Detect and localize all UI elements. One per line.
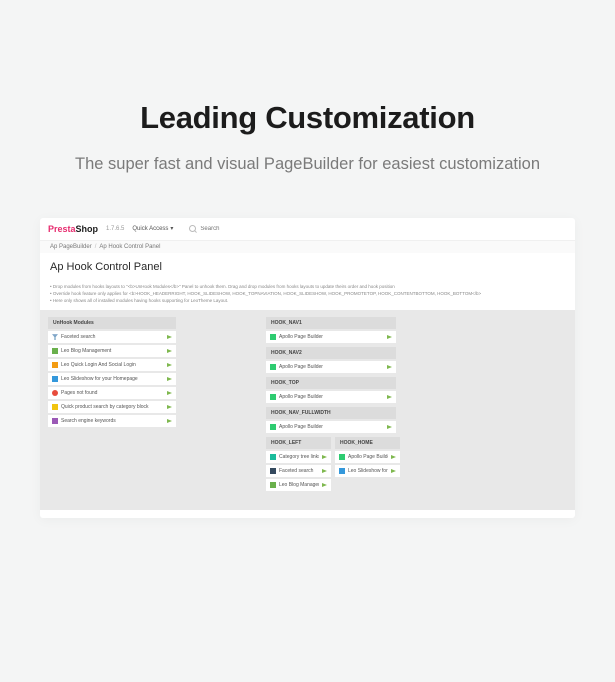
section-header-navfull: HOOK_NAV_FULLWIDTH [266,407,396,419]
breadcrumb: Ap PageBuilder/Ap Hook Control Panel [40,241,575,253]
hooks-board: UnHook Modules Faceted search Leo Blog M… [40,310,575,510]
edit-icon[interactable] [167,405,172,409]
chevron-down-icon: ▾ [170,225,173,232]
module-row[interactable]: Leo Blog Management [48,345,176,357]
search-input[interactable] [200,226,260,232]
seo-icon [52,418,58,424]
edit-icon[interactable] [387,395,392,399]
edit-icon[interactable] [167,363,172,367]
warning-icon [52,390,58,396]
screenshot-panel: PrestaShop 1.7.6.5 Quick Access ▾ Ap Pag… [40,218,575,518]
builder-icon [270,424,276,430]
funnel-icon [270,468,276,474]
module-row[interactable]: Apollo Page Builder [335,451,400,463]
admin-topbar: PrestaShop 1.7.6.5 Quick Access ▾ [40,218,575,241]
section-header-left: HOOK_LEFT [266,437,331,449]
module-row[interactable]: Faceted search [266,465,331,477]
version-badge: 1.7.6.5 [106,226,124,232]
breadcrumb-current: Ap Hook Control Panel [99,244,160,250]
quick-access-menu[interactable]: Quick Access ▾ [132,225,173,232]
quick-icon [52,404,58,410]
section-header-unhook: UnHook Modules [48,317,176,329]
page-heading: Leading Customization [40,100,575,136]
module-row[interactable]: Leo Slideshow for your Homepage [48,373,176,385]
module-row[interactable]: Leo Slideshow for your Homepage [335,465,400,477]
module-row[interactable]: Apollo Page Builder [266,391,396,403]
hint-list: • Drop modules from hooks layouts to "<b… [40,283,575,311]
blog-icon [270,482,276,488]
edit-icon[interactable] [167,419,172,423]
unhook-column: UnHook Modules Faceted search Leo Blog M… [48,314,176,506]
module-row[interactable]: Quick product search by category block [48,401,176,413]
hint-item: • Here only shows all of installed modul… [50,297,565,304]
section-header-nav2: HOOK_NAV2 [266,347,396,359]
page-subheading: The super fast and visual PageBuilder fo… [40,152,575,178]
edit-icon[interactable] [167,377,172,381]
edit-icon[interactable] [387,425,392,429]
module-row[interactable]: Apollo Page Builder [266,361,396,373]
section-header-nav1: HOOK_NAV1 [266,317,396,329]
category-icon [270,454,276,460]
module-row[interactable]: Faceted search [48,331,176,343]
module-row[interactable]: Leo Blog Management [266,479,331,491]
login-icon [52,362,58,368]
hero-section: Leading Customization The super fast and… [0,0,615,218]
module-row[interactable]: Category tree links [266,451,331,463]
section-header-home: HOOK_HOME [335,437,400,449]
edit-icon[interactable] [322,455,327,459]
search-wrap [189,225,260,232]
breadcrumb-parent[interactable]: Ap PageBuilder [50,244,92,250]
search-icon [189,225,196,232]
blog-icon [52,348,58,354]
builder-icon [339,454,345,460]
nav-column: HOOK_NAV1 Apollo Page Builder HOOK_NAV2 … [266,314,396,506]
edit-icon[interactable] [167,391,172,395]
module-row[interactable]: Apollo Page Builder [266,331,396,343]
module-row[interactable]: Search engine keywords [48,415,176,427]
module-row[interactable]: Pages not found [48,387,176,399]
hook-left-column: HOOK_LEFT Category tree links Faceted se… [266,434,331,491]
section-header-top: HOOK_TOP [266,377,396,389]
slideshow-icon [339,468,345,474]
builder-icon [270,394,276,400]
slideshow-icon [52,376,58,382]
hint-item: • Override hook feature only applies for… [50,290,565,297]
edit-icon[interactable] [387,335,392,339]
edit-icon[interactable] [167,335,172,339]
edit-icon[interactable] [322,483,327,487]
edit-icon[interactable] [391,455,396,459]
module-row[interactable]: Apollo Page Builder [266,421,396,433]
panel-title: Ap Hook Control Panel [40,253,575,283]
builder-icon [270,364,276,370]
builder-icon [270,334,276,340]
edit-icon[interactable] [387,365,392,369]
prestashop-logo: PrestaShop [48,224,98,234]
edit-icon[interactable] [167,349,172,353]
hook-home-column: HOOK_HOME Apollo Page Builder Leo Slides… [335,434,400,491]
edit-icon[interactable] [391,469,396,473]
funnel-icon [52,334,58,340]
module-row[interactable]: Leo Quick Login And Social Login [48,359,176,371]
hint-item: • Drop modules from hooks layouts to "<b… [50,283,565,290]
edit-icon[interactable] [322,469,327,473]
